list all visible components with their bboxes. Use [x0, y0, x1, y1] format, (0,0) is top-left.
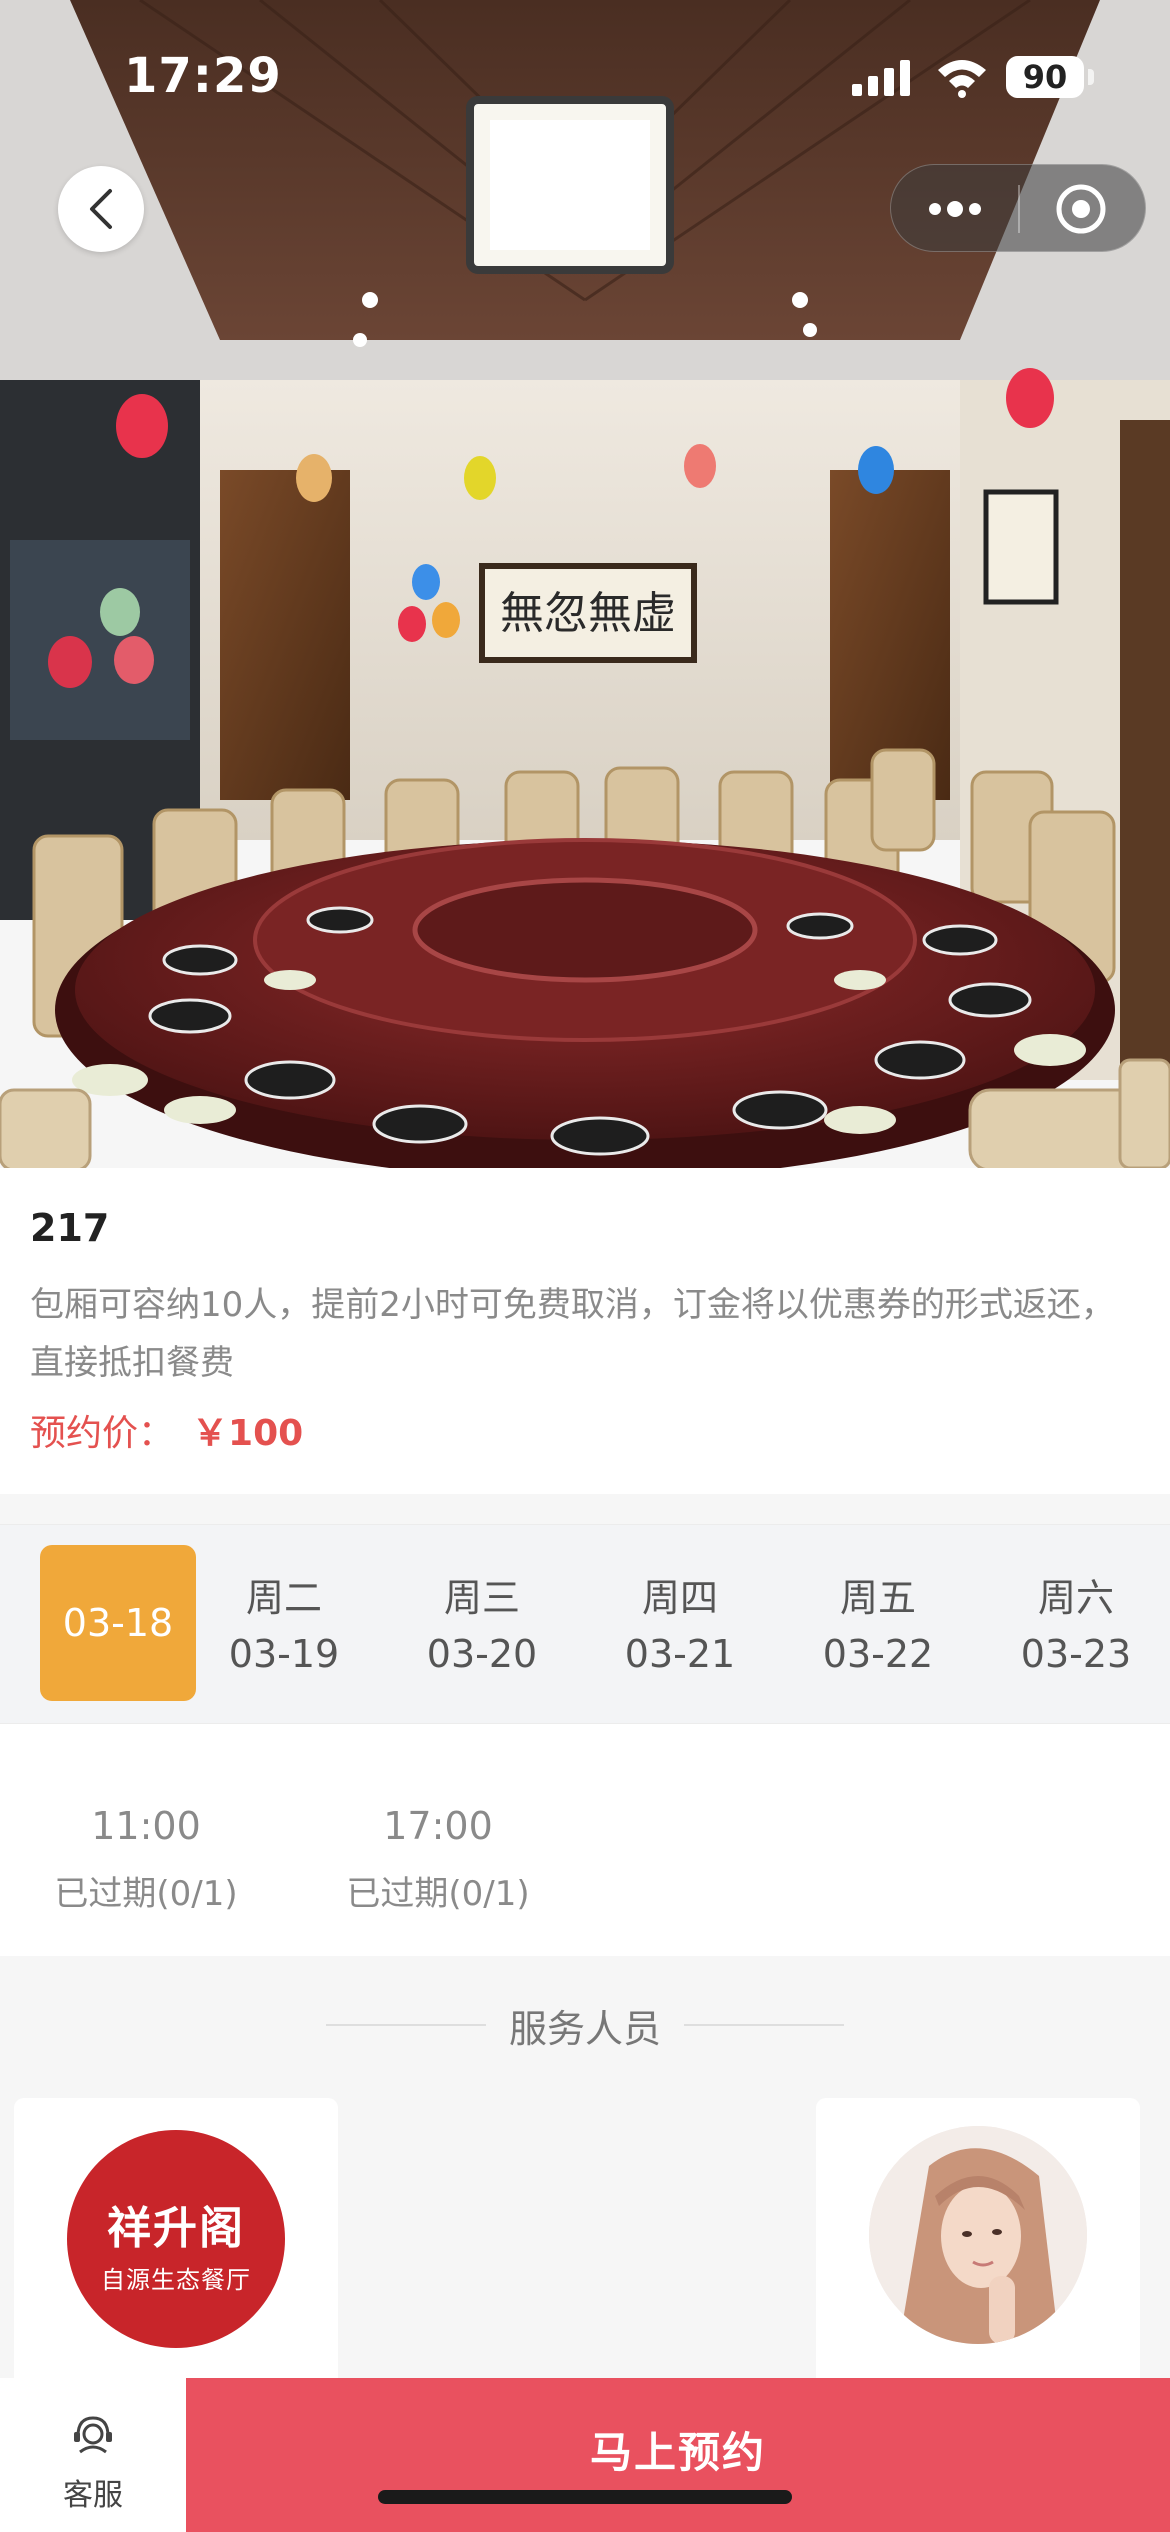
date-label: 03-21: [624, 1632, 736, 1676]
price-value: ￥100: [192, 1413, 304, 1454]
weekday-label: 周二: [245, 1576, 322, 1620]
book-now-button[interactable]: 马上预约: [186, 2378, 1170, 2532]
restaurant-logo: 祥升阁 自源生态餐厅: [67, 2130, 285, 2348]
date-item[interactable]: 周三 03-20: [404, 1545, 560, 1701]
battery-indicator: 90: [1006, 56, 1094, 98]
room-description: 包厢可容纳10人，提前2小时可免费取消，订金将以优惠券的形式返还，直接抵扣餐费: [30, 1285, 1115, 1383]
close-target-icon[interactable]: [1055, 183, 1107, 235]
price-label: 预约价：: [30, 1413, 175, 1454]
wifi-icon: [938, 60, 986, 98]
date-item[interactable]: 周四 03-21: [602, 1545, 758, 1701]
date-label: 03-22: [822, 1632, 934, 1676]
staff-section-header: 服务人员: [0, 1990, 1170, 2060]
room-name: 217: [30, 1206, 110, 1250]
time-slot-time: 11:00: [91, 1804, 201, 1848]
date-item[interactable]: 周六 03-23: [998, 1545, 1154, 1701]
customer-service-label: 客服: [63, 2478, 123, 2513]
capsule-divider: [1018, 185, 1020, 233]
price-row: 预约价： ￥100: [30, 1404, 303, 1456]
time-slot[interactable]: 17:00 已过期(0/1): [318, 1804, 558, 1915]
date-label: 03-23: [1020, 1632, 1132, 1676]
time-slot-time: 17:00: [383, 1804, 493, 1848]
logo-main-text: 祥升阁: [107, 2203, 245, 2254]
date-label: 03-18: [62, 1601, 174, 1645]
date-item[interactable]: 周二 03-19: [206, 1545, 362, 1701]
room-info: 217 包厢可容纳10人，提前2小时可免费取消，订金将以优惠券的形式返还，直接抵…: [0, 1168, 1170, 1494]
miniprogram-capsule: [890, 164, 1146, 252]
status-bar: 17:29 90: [0, 0, 1170, 150]
bottom-action-bar: 客服 马上预约: [0, 2378, 1170, 2532]
time-slot-status: 已过期(0/1): [54, 1874, 238, 1914]
weekday-label: 周三: [443, 1576, 520, 1620]
date-item[interactable]: 周五 03-22: [800, 1545, 956, 1701]
date-item-selected[interactable]: 03-18: [40, 1545, 196, 1701]
staff-title: 服务人员: [508, 2007, 661, 2051]
date-label: 03-19: [228, 1632, 340, 1676]
chevron-left-icon: [90, 189, 112, 229]
staff-card[interactable]: 祥升阁 自源生态餐厅: [14, 2098, 338, 2398]
logo-sub-text: 自源生态餐厅: [101, 2266, 251, 2294]
signal-icon: [852, 60, 910, 96]
status-time: 17:29: [124, 48, 282, 104]
customer-service-icon: [74, 2416, 112, 2454]
customer-service-button[interactable]: 客服: [0, 2378, 186, 2532]
calligraphy-text: 無忽無虚: [500, 588, 676, 639]
home-indicator: [378, 2490, 792, 2504]
time-slot-status: 已过期(0/1): [346, 1874, 530, 1914]
weekday-label: 周四: [641, 1576, 718, 1620]
divider-line: [684, 2024, 844, 2026]
more-icon[interactable]: [925, 193, 985, 225]
staff-avatar: [869, 2126, 1087, 2344]
back-button[interactable]: [58, 166, 144, 252]
date-label: 03-20: [426, 1632, 538, 1676]
weekday-label: 周六: [1037, 1576, 1114, 1620]
time-slot[interactable]: 11:00 已过期(0/1): [26, 1804, 266, 1915]
time-slots: 11:00 已过期(0/1) 17:00 已过期(0/1): [0, 1724, 1170, 1956]
date-selector: 03-18 周二 03-19 周三 03-20 周四 03-21 周五 03-2…: [0, 1524, 1170, 1724]
staff-card[interactable]: [816, 2098, 1140, 2398]
weekday-label: 周五: [839, 1576, 916, 1620]
